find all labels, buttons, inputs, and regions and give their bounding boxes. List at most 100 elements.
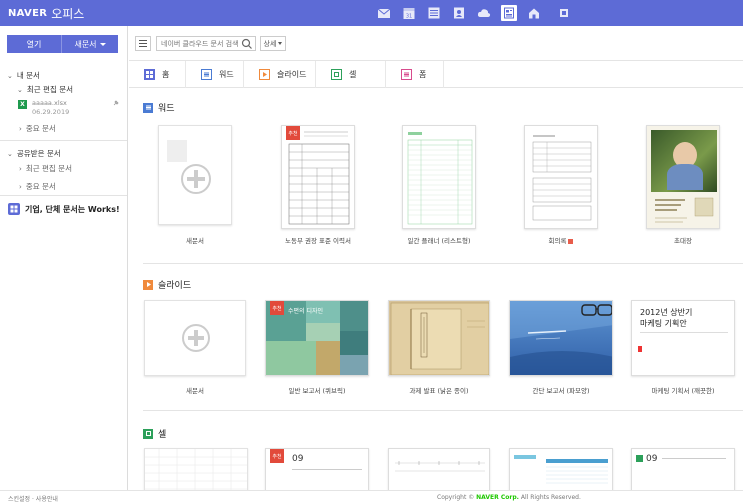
template-word-resume[interactable]: 추천 xyxy=(281,125,355,229)
new-badge xyxy=(568,238,574,244)
tab-form[interactable]: 폼 xyxy=(386,61,444,88)
word-icon xyxy=(201,69,212,80)
works-icon xyxy=(8,203,20,215)
office-icon[interactable] xyxy=(501,5,517,21)
template-word-new[interactable] xyxy=(158,125,232,225)
tab-slide[interactable]: 슬라이드 xyxy=(244,61,316,88)
cell-icon xyxy=(331,69,342,80)
brand-logo[interactable]: NAVER 오피스 xyxy=(0,5,84,22)
cell-icon xyxy=(143,428,153,439)
recent-file-item[interactable]: X xyxy=(18,100,27,109)
sidebar-item-my-docs[interactable]: ⌄ 내 문서 xyxy=(7,70,40,81)
slide-icon xyxy=(259,69,270,80)
section-title-slide: 슬라이드 xyxy=(143,278,191,291)
sidebar-item-label: 내 문서 xyxy=(16,71,40,80)
footer-links[interactable]: 스킨설정 · 사용안내 xyxy=(8,494,58,503)
home-icon[interactable] xyxy=(526,5,542,21)
sidebar-item-shared-recent[interactable]: › 최근 편집 문서 xyxy=(19,163,72,174)
template-word-planner[interactable] xyxy=(402,125,476,229)
extra-icon[interactable] xyxy=(559,8,569,18)
works-promo-text: 기업, 단체 문서는 Works! xyxy=(25,204,120,214)
section-divider xyxy=(143,263,743,264)
copyright-brand[interactable]: NAVER Corp. xyxy=(476,494,519,501)
template-word-minutes[interactable] xyxy=(524,125,598,229)
tab-word[interactable]: 워드 xyxy=(186,61,244,88)
template-slide-report[interactable]: 추천 수편의 디자인 xyxy=(265,300,369,376)
main-content: 워드 새문서 추천 노동부 권장 표준 이력서 일간 플래너 (리스트형) 회의… xyxy=(129,89,743,490)
recent-file-name[interactable]: ааааа.xlsx xyxy=(32,99,67,107)
template-slide-new[interactable] xyxy=(144,300,246,376)
marketing-accent xyxy=(638,346,642,352)
cloud-icon[interactable] xyxy=(476,5,492,21)
template-cell-new[interactable] xyxy=(144,448,248,490)
template-cell-calendar[interactable]: 추천 09 xyxy=(265,448,369,490)
tab-label: 셀 xyxy=(349,70,357,79)
contacts-icon[interactable] xyxy=(451,5,467,21)
template-label: 회의록 xyxy=(501,235,621,245)
naver-logo: NAVER xyxy=(8,7,48,19)
excel-file-icon: X xyxy=(18,100,27,109)
recommended-ribbon: 추천 xyxy=(270,449,284,463)
section-title-text: 슬라이드 xyxy=(158,281,192,291)
resume-preview xyxy=(288,131,350,225)
pin-icon[interactable] xyxy=(112,99,120,107)
calendar-icon[interactable]: 31 xyxy=(401,5,417,21)
app-switcher: 31 xyxy=(376,5,569,21)
section-divider xyxy=(143,410,743,411)
list-icon[interactable] xyxy=(426,5,442,21)
sidebar-item-recent-edited[interactable]: ⌄ 최근 편집 문서 xyxy=(17,84,73,95)
tab-label: 폼 xyxy=(419,70,427,79)
chevron-right-icon: › xyxy=(19,182,22,191)
chevron-right-icon: › xyxy=(19,164,22,173)
menu-icon[interactable] xyxy=(135,36,151,51)
sidebar-item-label: 최근 편집 문서 xyxy=(25,164,72,173)
home-icon xyxy=(144,69,155,80)
template-label: 일간 플래너 (리스트형) xyxy=(407,237,471,245)
sidebar-item-label: 중요 문서 xyxy=(25,124,56,133)
open-button[interactable]: 열기 xyxy=(7,35,62,53)
works-promo-link[interactable]: 기업, 단체 문서는 Works! xyxy=(8,203,120,215)
chevron-down-icon: ⌄ xyxy=(17,85,23,94)
template-label: 새문서 xyxy=(186,237,204,245)
template-word-invitation[interactable] xyxy=(646,125,720,229)
search-icon[interactable] xyxy=(240,37,254,51)
detail-search-label: 상세 xyxy=(263,39,277,48)
template-cell-budget[interactable]: 09 xyxy=(631,448,735,490)
template-slide-marketing[interactable]: 2012년 상반기 마케팅 기획안 xyxy=(631,300,735,376)
office-title: 오피스 xyxy=(51,6,85,21)
chevron-down-icon xyxy=(278,42,283,45)
sidebar: 열기 새문서 ⌄ 내 문서 ⌄ 최근 편집 문서 X ааааа.xlsx 06… xyxy=(0,26,128,490)
new-document-button[interactable]: 새문서 xyxy=(62,35,118,53)
plus-horizontal xyxy=(187,177,205,181)
sidebar-item-shared-docs[interactable]: ⌄ 공유받은 문서 xyxy=(7,148,61,159)
sidebar-actions: 열기 새문서 xyxy=(7,35,118,53)
schedule-preview xyxy=(395,461,485,472)
template-slide-simple[interactable] xyxy=(509,300,613,376)
tab-cell[interactable]: 셀 xyxy=(316,61,386,88)
detail-search-button[interactable]: 상세 xyxy=(260,36,286,51)
report-title-text: 수편의 디자인 xyxy=(288,308,324,315)
template-label: 새문서 xyxy=(186,387,204,395)
sidebar-item-label: 중요 문서 xyxy=(25,182,56,191)
top-bar: NAVER 오피스 31 xyxy=(0,0,743,26)
mail-icon[interactable] xyxy=(376,5,392,21)
plus-horizontal xyxy=(188,336,204,340)
template-slide-oldpaper[interactable] xyxy=(388,300,490,376)
copyright-suffix: All Rights Reserved. xyxy=(520,494,581,501)
new-document-label: 새문서 xyxy=(74,39,97,49)
planner-preview xyxy=(407,132,473,225)
budget-rule xyxy=(662,458,726,459)
tab-home[interactable]: 홈 xyxy=(129,61,186,88)
budget-icon xyxy=(636,455,643,462)
slide-icon xyxy=(143,279,153,290)
section-title-word: 워드 xyxy=(143,101,175,114)
chevron-right-icon: › xyxy=(19,124,22,133)
sidebar-item-shared-important[interactable]: › 중요 문서 xyxy=(19,181,56,192)
template-label-text: 회의록 xyxy=(548,237,567,245)
tab-label: 워드 xyxy=(219,70,234,79)
sidebar-item-important[interactable]: › 중요 문서 xyxy=(19,123,56,134)
form-icon xyxy=(401,69,412,80)
table-preview xyxy=(514,455,608,484)
template-cell-table[interactable] xyxy=(509,448,613,490)
template-cell-schedule[interactable] xyxy=(388,448,490,490)
